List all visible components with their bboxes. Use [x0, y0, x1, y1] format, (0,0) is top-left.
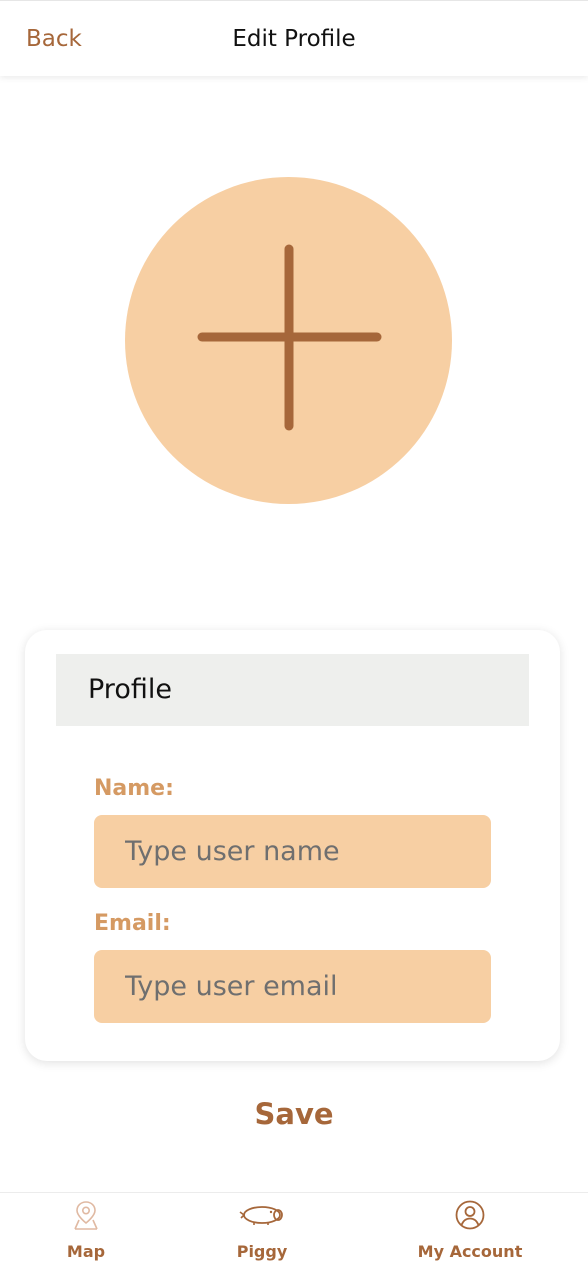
top-bar: Back Edit Profile	[0, 0, 588, 76]
name-label: Name:	[94, 776, 174, 801]
nav-label-map: Map	[66, 1242, 106, 1261]
profile-card: Profile Name: Email:	[25, 630, 560, 1061]
nav-label-my-account: My Account	[417, 1242, 523, 1261]
email-input[interactable]	[94, 950, 491, 1023]
piggy-icon	[238, 1203, 286, 1231]
nav-item-map[interactable]: Map	[36, 1193, 136, 1269]
map-pin-icon	[71, 1199, 101, 1235]
email-label: Email:	[94, 911, 171, 936]
add-avatar-button[interactable]	[125, 177, 452, 504]
name-input[interactable]	[94, 815, 491, 888]
profile-card-header: Profile	[56, 654, 529, 726]
nav-label-piggy: Piggy	[236, 1242, 288, 1261]
plus-icon	[197, 244, 382, 431]
nav-item-my-account[interactable]: My Account	[405, 1193, 535, 1269]
page-title: Edit Profile	[232, 26, 356, 52]
user-circle-icon	[454, 1199, 486, 1235]
nav-item-piggy[interactable]: Piggy	[212, 1193, 312, 1269]
save-button[interactable]: Save	[0, 1094, 588, 1134]
bottom-nav: Map Piggy My Account	[0, 1192, 588, 1268]
profile-card-title: Profile	[88, 674, 172, 705]
